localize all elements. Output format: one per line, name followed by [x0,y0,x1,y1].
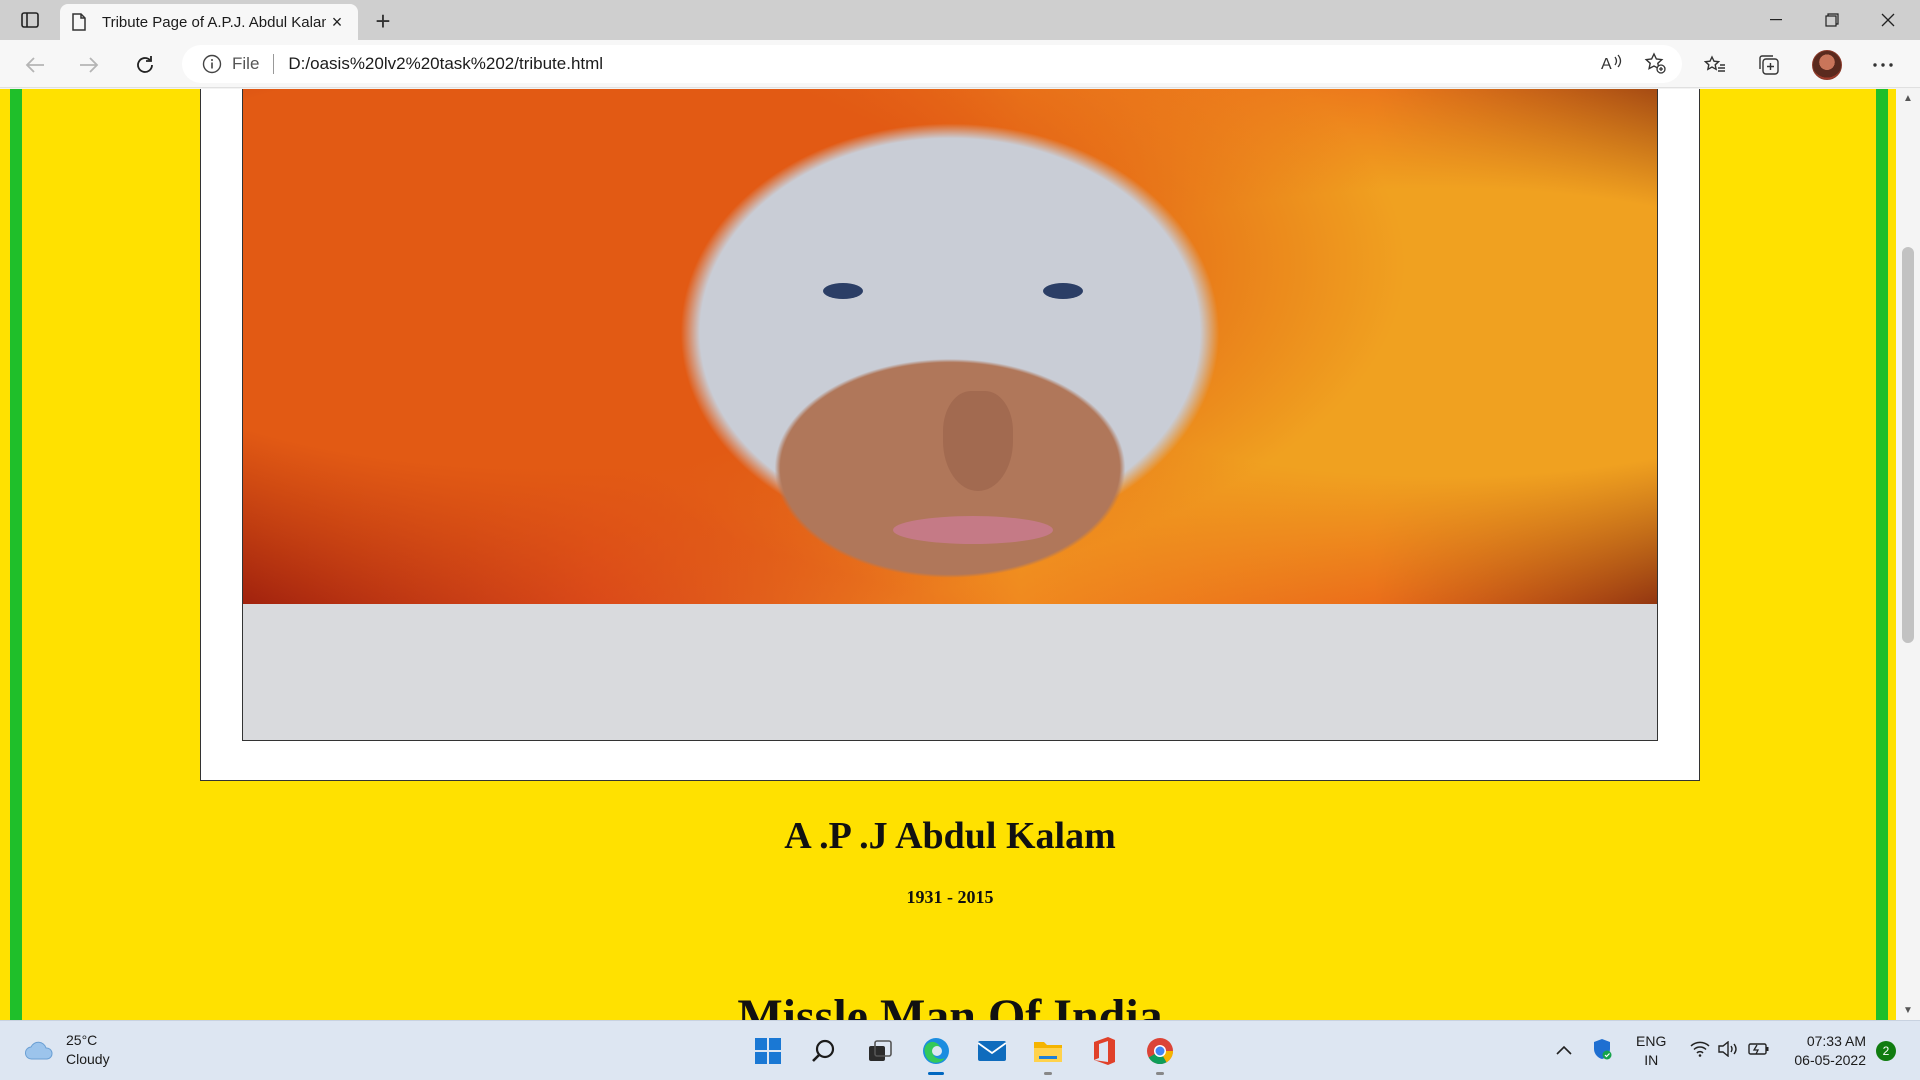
language-indicator[interactable]: ENG IN [1636,1032,1666,1070]
address-prefix: File [232,54,260,73]
edge-icon [923,1038,949,1064]
speaker-icon [1718,1040,1738,1057]
taskbar-apps [746,1029,1182,1075]
restore-button[interactable] [1804,0,1860,40]
clock[interactable]: 07:33 AM 06-05-2022 [1794,1032,1866,1070]
running-indicator [1156,1072,1164,1075]
system-tray: ENG IN 07:33 AM 06-05-2022 2 [1556,1021,1896,1080]
clock-time: 07:33 AM [1806,1033,1866,1049]
back-button[interactable] [18,48,52,82]
new-tab-button[interactable]: + [368,6,398,36]
tab-actions-icon [21,12,39,28]
portrait-eye-right [1043,283,1083,299]
person-name-heading: A .P .J Abdul Kalam [784,815,1116,857]
more-icon [1873,63,1893,67]
chevron-up-icon [1556,1045,1572,1055]
battery-button[interactable] [1748,1042,1770,1061]
chrome-icon [1147,1038,1174,1065]
mail-app[interactable] [970,1029,1014,1073]
minimize-icon [1770,19,1782,21]
collections-icon [1759,55,1779,75]
scroll-down-arrow-icon[interactable]: ▼ [1902,1005,1914,1016]
show-hidden-icons-button[interactable] [1556,1042,1572,1060]
portrait-eye-left [823,283,863,299]
search-button[interactable] [802,1029,846,1073]
left-border-stripe [10,89,22,1020]
weather-widget[interactable]: 25°C Cloudy [24,1031,110,1069]
image-frame [200,89,1700,781]
close-tab-button[interactable]: × [326,11,348,33]
volume-button[interactable] [1718,1040,1740,1062]
task-view-icon [869,1040,892,1061]
language-code: ENG [1636,1033,1667,1049]
refresh-icon [137,56,153,73]
forward-arrow-icon [80,57,99,73]
scroll-thumb[interactable] [1902,247,1914,643]
back-arrow-icon [25,57,44,73]
forward-button[interactable] [72,48,106,82]
task-view-button[interactable] [858,1029,902,1073]
profile-button[interactable] [1810,48,1844,82]
wifi-icon [1690,1041,1710,1057]
refresh-button[interactable] [128,48,162,82]
portrait-image [242,89,1658,741]
browser-tab[interactable]: Tribute Page of A.P.J. Abdul Kalam × [60,4,358,40]
edge-app[interactable] [914,1029,958,1075]
restore-icon [1825,13,1839,27]
svg-text:A: A [1601,56,1612,73]
add-favorite-icon[interactable] [1644,52,1666,79]
file-explorer-app[interactable] [1026,1029,1070,1075]
active-indicator [928,1072,944,1075]
info-icon[interactable] [202,54,222,74]
running-indicator [1044,1072,1052,1075]
read-aloud-icon[interactable]: A [1600,52,1622,79]
scroll-up-arrow-icon[interactable]: ▲ [1902,93,1914,104]
avatar [1812,50,1842,80]
vertical-scrollbar[interactable]: ▲ ▼ [1896,89,1920,1020]
tab-actions-button[interactable] [14,8,46,32]
minimize-button[interactable] [1748,0,1804,40]
folder-icon [1034,1042,1062,1062]
address-bar[interactable]: File D:/oasis%20lv2%20task%202/tribute.h… [182,45,1682,83]
office-icon [1094,1037,1115,1065]
favorites-icon [1704,55,1725,72]
defender-button[interactable] [1592,1038,1612,1065]
browser-toolbar: File D:/oasis%20lv2%20task%202/tribute.h… [0,40,1920,88]
address-separator [273,54,275,74]
life-years: 1931 - 2015 [906,887,994,907]
page-viewport: A .P .J Abdul Kalam 1931 - 2015 Missle M… [0,89,1920,1020]
page-icon [72,13,90,31]
weather-temperature: 25°C [66,1032,98,1048]
wifi-button[interactable] [1690,1041,1710,1062]
search-icon [812,1039,835,1062]
collections-button[interactable] [1752,48,1786,82]
title-bar: Tribute Page of A.P.J. Abdul Kalam × + [0,0,1920,40]
mail-icon [977,1041,1007,1061]
battery-charging-icon [1748,1042,1769,1055]
notification-badge[interactable]: 2 [1876,1041,1896,1061]
portrait-face-detail [943,391,1013,491]
chrome-app[interactable] [1138,1029,1182,1075]
settings-more-button[interactable] [1866,48,1900,82]
cloud-icon [25,1041,53,1060]
office-app[interactable] [1082,1029,1126,1073]
close-icon [1881,13,1895,27]
shield-icon [1594,1038,1612,1059]
portrait-lips [893,516,1053,544]
windows-icon [755,1038,781,1064]
region-code: IN [1644,1052,1659,1068]
clock-date: 06-05-2022 [1794,1052,1866,1068]
taskbar: 25°C Cloudy ENG IN 07:33 AM 06-05-2022 2 [0,1020,1920,1080]
close-window-button[interactable] [1860,0,1916,40]
tab-title: Tribute Page of A.P.J. Abdul Kalam [102,13,326,31]
right-border-stripe [1876,89,1888,1020]
start-button[interactable] [746,1029,790,1073]
url-text[interactable]: D:/oasis%20lv2%20task%202/tribute.html [288,54,603,74]
section-heading: Missle Man Of India [737,990,1163,1020]
weather-description: Cloudy [66,1051,110,1067]
favorites-button[interactable] [1698,48,1732,82]
